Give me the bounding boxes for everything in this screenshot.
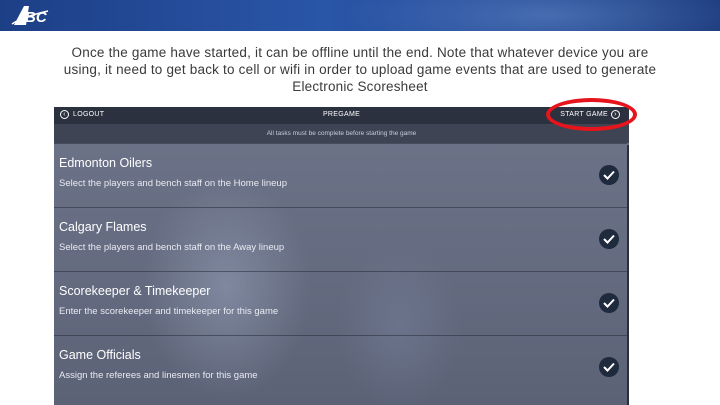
task-title: Calgary Flames <box>59 220 147 234</box>
task-scorekeeper-timekeeper[interactable]: Scorekeeper & Timekeeper Enter the score… <box>54 271 627 335</box>
screen-right-edge <box>627 145 629 405</box>
app-header: ‹ LOGOUT PREGAME START GAME › <box>54 107 629 124</box>
top-banner: BC <box>0 0 720 31</box>
task-description: Enter the scorekeeper and timekeeper for… <box>59 306 279 317</box>
task-description: Select the players and bench staff on th… <box>59 242 285 253</box>
check-icon <box>599 357 619 377</box>
start-game-highlight-circle <box>546 98 637 131</box>
screen-title: PREGAME <box>322 111 361 118</box>
task-home-lineup[interactable]: Edmonton Oilers Select the players and b… <box>54 143 627 207</box>
task-title: Edmonton Oilers <box>59 156 153 170</box>
instruction-caption: Once the game have started, it can be of… <box>63 45 657 94</box>
task-description: Select the players and bench staff on th… <box>59 178 287 189</box>
check-icon <box>599 229 619 249</box>
check-icon <box>599 293 619 313</box>
pregame-app-screen: ‹ LOGOUT PREGAME START GAME › All tasks … <box>54 107 629 405</box>
check-icon <box>599 165 619 185</box>
task-game-officials[interactable]: Game Officials Assign the referees and l… <box>54 335 627 399</box>
tasks-instruction: All tasks must be complete before starti… <box>54 124 629 143</box>
task-description: Assign the referees and linesmen for thi… <box>59 370 258 381</box>
banner-sheen <box>340 0 720 31</box>
svg-text:BC: BC <box>25 9 48 26</box>
task-away-lineup[interactable]: Calgary Flames Select the players and be… <box>54 207 627 271</box>
abc-logo: BC <box>11 6 49 26</box>
task-title: Game Officials <box>59 348 141 362</box>
task-title: Scorekeeper & Timekeeper <box>59 284 211 298</box>
